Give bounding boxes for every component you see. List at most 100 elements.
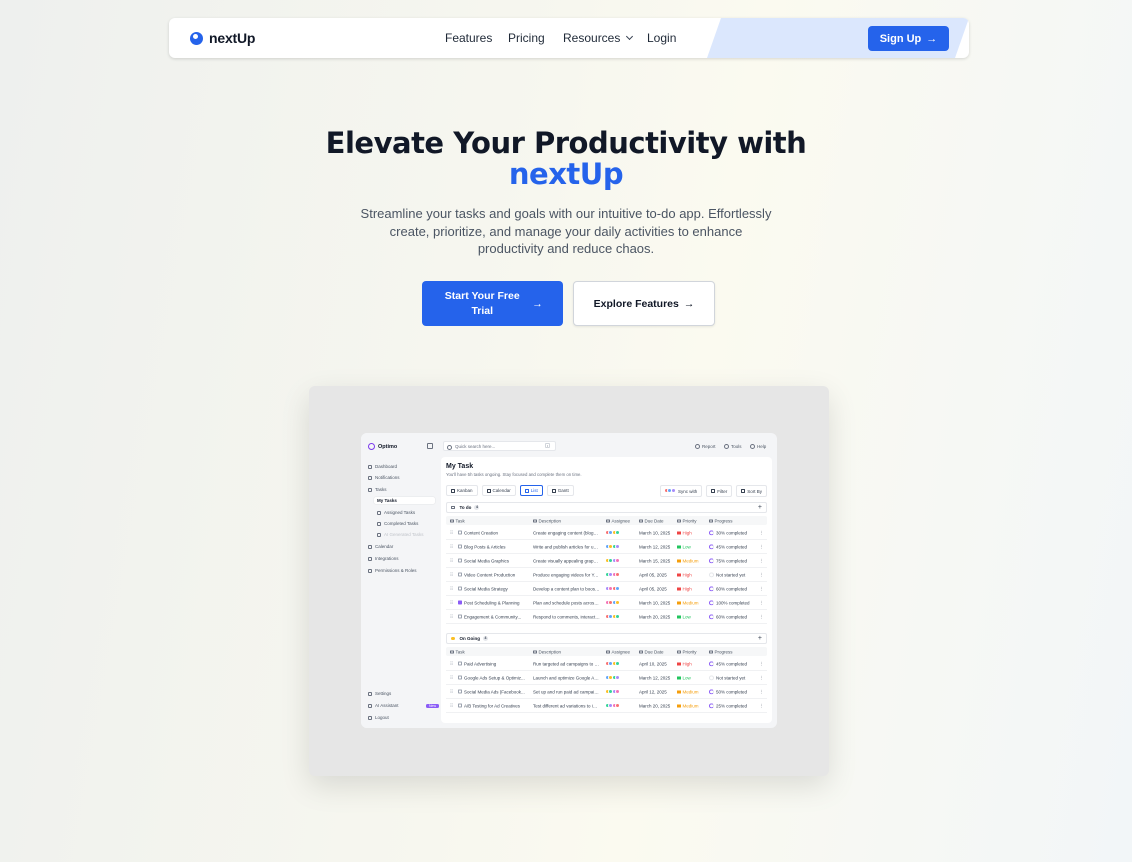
more-options-icon[interactable]: ⋮: [759, 530, 763, 536]
brand-logo[interactable]: nextUp: [190, 30, 255, 46]
assignee-avatars[interactable]: [606, 557, 634, 564]
table-row[interactable]: ⠿ Engagement & Community... Respond to com…: [446, 610, 767, 624]
tools-button[interactable]: Tools: [724, 444, 742, 449]
checkbox[interactable]: [458, 703, 462, 708]
more-options-icon[interactable]: ⋮: [759, 544, 763, 550]
sidebar-item-permissions[interactable]: Permissions & Roles: [368, 568, 417, 573]
table-row[interactable]: ⠿ Google Ads Setup & Optimiz... Launch and…: [446, 671, 767, 685]
checkbox[interactable]: [458, 558, 462, 563]
more-options-icon[interactable]: ⋮: [759, 675, 763, 681]
sidebar-item-ai-assistant[interactable]: AI Assistant New: [368, 703, 440, 708]
assignee-avatars[interactable]: [606, 529, 634, 536]
table-row[interactable]: ⠿ Paid Advertising Run targeted ad campaig…: [446, 657, 767, 671]
sidebar-toggle-icon[interactable]: [427, 443, 433, 449]
more-options-icon[interactable]: ⋮: [759, 614, 763, 620]
drag-handle-icon[interactable]: ⠿: [450, 614, 453, 620]
more-options-icon[interactable]: ⋮: [759, 689, 763, 695]
assignee-avatars[interactable]: [606, 613, 634, 620]
drag-handle-icon[interactable]: ⠿: [450, 600, 453, 606]
task-description: Produce engaging videos for YouTu...: [533, 572, 600, 577]
explore-features-button[interactable]: Explore Features →: [573, 281, 715, 326]
drag-handle-icon[interactable]: ⠿: [450, 544, 453, 550]
view-calendar[interactable]: Calendar: [481, 485, 516, 496]
checkbox[interactable]: [458, 675, 462, 680]
progress-cell: 75% completed: [709, 558, 755, 564]
view-list[interactable]: List: [519, 485, 543, 496]
view-label: List: [530, 488, 538, 493]
drag-handle-icon[interactable]: ⠿: [450, 689, 453, 695]
assignee-avatars[interactable]: [606, 571, 634, 578]
table-row[interactable]: ⠿ Blog Posts & Articles Write and publish …: [446, 540, 767, 554]
drag-handle-icon[interactable]: ⠿: [450, 530, 453, 536]
more-options-icon[interactable]: ⋮: [759, 661, 763, 667]
more-options-icon[interactable]: ⋮: [759, 586, 763, 592]
checkbox[interactable]: [458, 572, 462, 577]
checkbox[interactable]: [458, 661, 462, 666]
shield-icon: [368, 568, 372, 573]
sidebar-item-calendar[interactable]: Calendar: [368, 544, 393, 549]
drag-handle-icon[interactable]: ⠿: [450, 586, 453, 592]
assignee-avatars[interactable]: [606, 585, 634, 592]
sidebar-item-settings[interactable]: Settings: [368, 691, 391, 696]
drag-handle-icon[interactable]: ⠿: [450, 558, 453, 564]
checkbox[interactable]: [458, 530, 462, 535]
checkbox[interactable]: [458, 600, 462, 605]
task-cell: Video Content Production: [458, 572, 528, 577]
table-row[interactable]: ⠿ Social Media Strategy Develop a content …: [446, 582, 767, 596]
sidebar-item-tasks[interactable]: Tasks: [368, 487, 387, 492]
more-options-icon[interactable]: ⋮: [759, 572, 763, 578]
sidebar-item-ai-tasks[interactable]: AI Generated Tasks: [377, 532, 423, 537]
assignee-avatars[interactable]: [606, 702, 634, 709]
sidebar-item-integrations[interactable]: Integrations: [368, 556, 399, 561]
sidebar-item-my-tasks[interactable]: My Tasks: [374, 497, 435, 504]
more-options-icon[interactable]: ⋮: [759, 600, 763, 606]
flag-icon: [677, 587, 681, 591]
drag-handle-icon[interactable]: ⠿: [450, 661, 453, 667]
ongoing-section-header[interactable]: On Going 4 +: [446, 633, 767, 644]
progress-ring-icon: [709, 614, 714, 620]
nav-link-features[interactable]: Features: [445, 31, 492, 45]
search-input[interactable]: Quick search here...: [443, 441, 556, 451]
todo-section-header[interactable]: To do 4 +: [446, 502, 767, 513]
sync-with-button[interactable]: Sync with: [660, 485, 703, 497]
due-date: April 05, 2025: [639, 586, 667, 591]
more-options-icon[interactable]: ⋮: [759, 703, 763, 709]
start-free-trial-button[interactable]: Start Your Free Trial →: [422, 281, 563, 326]
assignee-avatars[interactable]: [606, 543, 634, 550]
sidebar-item-logout[interactable]: Logout: [368, 715, 389, 720]
assignee-avatars[interactable]: [606, 660, 634, 667]
help-button[interactable]: Help: [750, 444, 766, 449]
add-task-icon[interactable]: +: [758, 635, 762, 642]
table-row[interactable]: ⠿ Social Media Graphics Create visually ap…: [446, 554, 767, 568]
assignee-avatars[interactable]: [606, 674, 634, 681]
sidebar-item-assigned-tasks[interactable]: Assigned Tasks: [377, 510, 415, 515]
more-options-icon[interactable]: ⋮: [759, 558, 763, 564]
table-row[interactable]: ⠿ Social Media Ads (Facebook... Set up and…: [446, 685, 767, 699]
assignee-avatars[interactable]: [606, 599, 634, 606]
nav-link-resources[interactable]: Resources: [563, 31, 634, 45]
checkbox[interactable]: [458, 689, 462, 694]
table-row[interactable]: ⠿ A/B Testing for Ad Creatives Test differ…: [446, 699, 767, 713]
drag-handle-icon[interactable]: ⠿: [450, 703, 453, 709]
table-row[interactable]: ⠿ Video Content Production Produce engagin…: [446, 568, 767, 582]
table-row[interactable]: ⠿ Content Creation Create engaging content…: [446, 526, 767, 540]
sidebar-item-completed-tasks[interactable]: Completed Tasks: [377, 521, 418, 526]
filter-button[interactable]: Filter: [706, 485, 733, 497]
table-row[interactable]: ⠿ Post Scheduling & Planning Plan and sche…: [446, 596, 767, 610]
checkbox[interactable]: [458, 586, 462, 591]
view-gantt[interactable]: Gantt: [546, 485, 574, 496]
drag-handle-icon[interactable]: ⠿: [450, 572, 453, 578]
nav-link-pricing[interactable]: Pricing: [508, 31, 545, 45]
add-task-icon[interactable]: +: [758, 504, 762, 511]
sign-up-button[interactable]: Sign Up →: [868, 26, 949, 51]
nav-link-login[interactable]: Login: [647, 31, 676, 45]
sidebar-item-dashboard[interactable]: Dashboard: [368, 464, 397, 469]
sort-by-button[interactable]: Sort By: [736, 485, 767, 497]
assignee-avatars[interactable]: [606, 688, 634, 695]
checkbox[interactable]: [458, 544, 462, 549]
report-button[interactable]: Report: [695, 444, 716, 449]
checkbox[interactable]: [458, 614, 462, 619]
drag-handle-icon[interactable]: ⠿: [450, 675, 453, 681]
view-kanban[interactable]: Kanban: [446, 485, 478, 496]
sidebar-item-notifications[interactable]: Notifications: [368, 475, 400, 480]
